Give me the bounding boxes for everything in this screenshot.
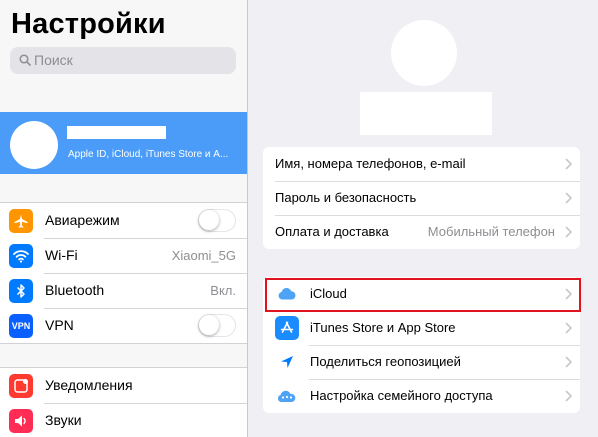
sounds-icon bbox=[9, 409, 33, 433]
sidebar-item-label: Звуки bbox=[45, 412, 82, 428]
chevron-right-icon bbox=[565, 322, 572, 334]
row-label: Поделиться геопозицией bbox=[310, 354, 461, 369]
password-security-row[interactable]: Пароль и безопасность bbox=[263, 181, 580, 215]
notifications-icon bbox=[9, 374, 33, 398]
sidebar-item-label: Wi-Fi bbox=[45, 247, 78, 263]
sidebar-item-label: VPN bbox=[45, 317, 74, 333]
sidebar-item-airplane-mode[interactable]: Авиарежим bbox=[0, 203, 247, 238]
sidebar-item-bluetooth[interactable]: Bluetooth Вкл. bbox=[0, 273, 247, 308]
search-placeholder: Поиск bbox=[34, 52, 73, 68]
vpn-icon: VPN bbox=[9, 314, 33, 338]
sidebar-item-label: Авиарежим bbox=[45, 212, 120, 228]
airplane-icon bbox=[9, 209, 33, 233]
row-label: Оплата и доставка bbox=[275, 224, 389, 239]
account-settings-card: Имя, номера телефонов, e-mail Пароль и б… bbox=[263, 147, 580, 249]
apple-id-profile[interactable]: Apple ID, iCloud, iTunes Store и A... bbox=[0, 112, 247, 174]
row-label: Пароль и безопасность bbox=[275, 190, 417, 205]
search-input[interactable]: Поиск bbox=[10, 47, 236, 74]
app-store-icon bbox=[275, 316, 299, 340]
apple-id-detail-pane: Имя, номера телефонов, e-mail Пароль и б… bbox=[249, 0, 598, 437]
profile-name-redacted bbox=[67, 126, 166, 139]
sidebar-item-notifications[interactable]: Уведомления bbox=[0, 368, 247, 403]
row-label: Имя, номера телефонов, e-mail bbox=[275, 156, 466, 171]
chevron-right-icon bbox=[565, 192, 572, 204]
sidebar-item-wifi[interactable]: Wi-Fi Xiaomi_5G bbox=[0, 238, 247, 273]
profile-subtitle: Apple ID, iCloud, iTunes Store и A... bbox=[68, 149, 229, 160]
share-location-row[interactable]: Поделиться геопозицией bbox=[263, 345, 580, 379]
row-label: iTunes Store и App Store bbox=[310, 320, 456, 335]
chevron-right-icon bbox=[565, 390, 572, 402]
chevron-right-icon bbox=[565, 158, 572, 170]
chevron-right-icon bbox=[565, 356, 572, 368]
wifi-icon bbox=[9, 244, 33, 268]
sidebar: Настройки Поиск Apple ID, iCloud, iTunes… bbox=[0, 0, 248, 437]
vpn-toggle[interactable] bbox=[198, 314, 236, 337]
row-label: Настройка семейного доступа bbox=[310, 388, 493, 403]
chevron-right-icon bbox=[565, 226, 572, 238]
sidebar-item-label: Уведомления bbox=[45, 377, 133, 393]
avatar bbox=[10, 121, 58, 169]
itunes-app-store-row[interactable]: iTunes Store и App Store bbox=[263, 311, 580, 345]
location-icon bbox=[275, 350, 299, 374]
icloud-highlight-box bbox=[265, 278, 581, 312]
name-phone-email-row[interactable]: Имя, номера телефонов, e-mail bbox=[263, 147, 580, 181]
wifi-network-value: Xiaomi_5G bbox=[171, 248, 236, 263]
payment-shipping-row[interactable]: Оплата и доставка Мобильный телефон bbox=[263, 215, 580, 249]
sidebar-item-sounds[interactable]: Звуки bbox=[0, 403, 247, 437]
notifications-group: Уведомления Звуки bbox=[0, 367, 247, 437]
airplane-mode-toggle[interactable] bbox=[198, 209, 236, 232]
family-icon bbox=[275, 384, 299, 408]
bluetooth-status-value: Вкл. bbox=[210, 283, 236, 298]
payment-method-value: Мобильный телефон bbox=[427, 224, 555, 239]
account-name-redacted bbox=[360, 92, 492, 135]
sidebar-title: Настройки bbox=[11, 8, 166, 40]
bluetooth-icon bbox=[9, 279, 33, 303]
avatar-large bbox=[391, 20, 457, 86]
sidebar-item-vpn[interactable]: VPN VPN bbox=[0, 308, 247, 343]
search-icon bbox=[19, 54, 31, 66]
sidebar-item-label: Bluetooth bbox=[45, 282, 105, 298]
family-sharing-row[interactable]: Настройка семейного доступа bbox=[263, 379, 580, 413]
connectivity-group: Авиарежим Wi-Fi Xiaomi_5G Bluetooth Вкл. bbox=[0, 202, 247, 344]
